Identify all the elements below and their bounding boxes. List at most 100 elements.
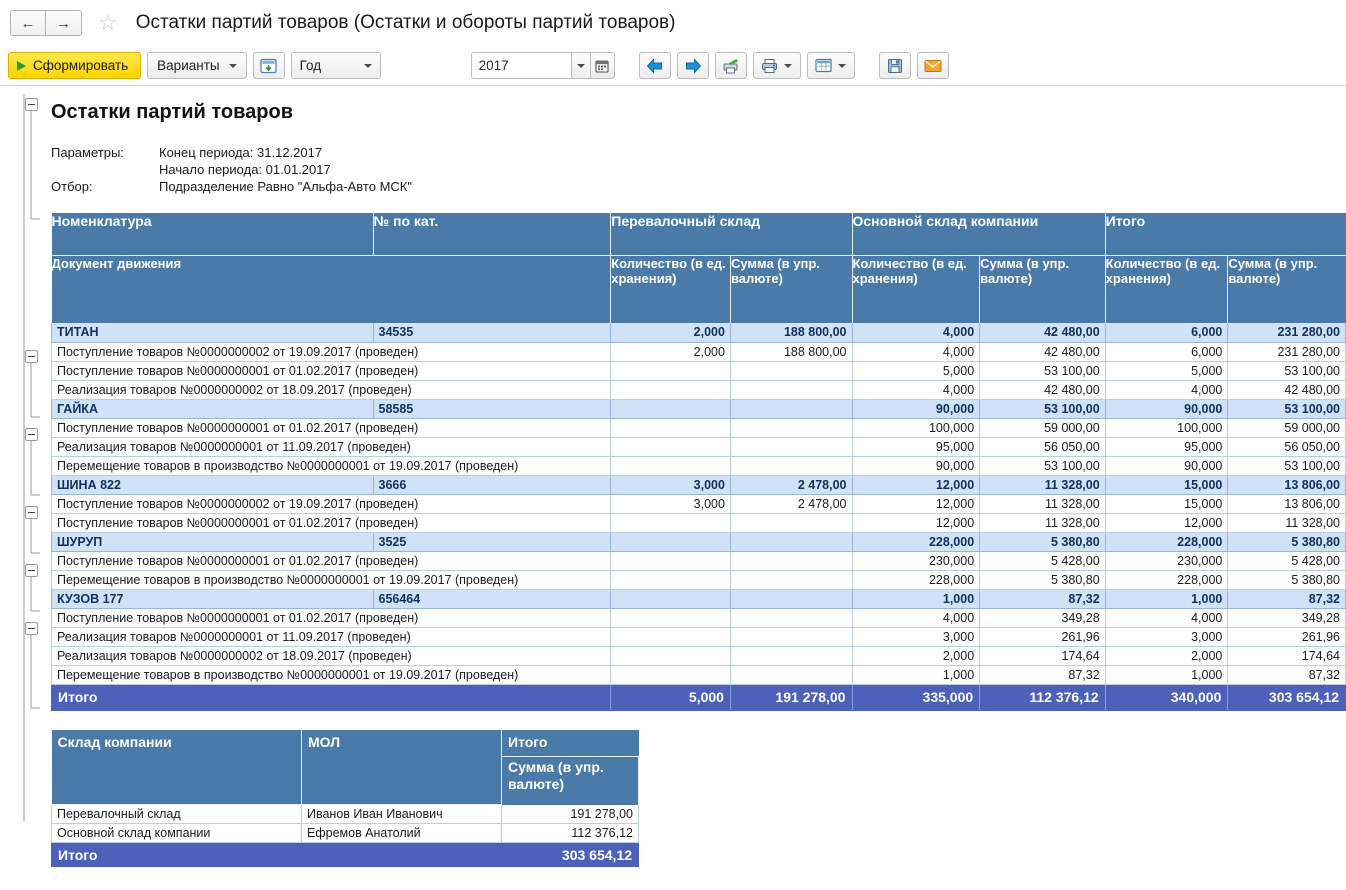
group-row[interactable]: ГАЙКА 58585 90,000 53 100,00 90,000 53 100,00 xyxy=(51,399,1346,419)
w1-sum-cell xyxy=(729,532,853,552)
col-header-warehouse-main[interactable]: Основной склад компании xyxy=(852,213,1106,256)
w2-qty-cell: 12,000 xyxy=(851,475,981,495)
detail-row[interactable]: Реализация товаров №0000000001 от 11.09.… xyxy=(50,627,1346,647)
period-select[interactable]: Год xyxy=(290,52,381,79)
collapse-toggle-titan[interactable] xyxy=(25,350,38,363)
collapse-toggle-kuzov[interactable] xyxy=(25,622,38,635)
detail-row[interactable]: Перемещение товаров в производство №0000… xyxy=(50,570,1346,590)
detail-row[interactable]: Поступление товаров №0000000001 от 01.02… xyxy=(50,418,1346,438)
generate-button[interactable]: Сформировать xyxy=(8,52,142,79)
settings-panel-button[interactable] xyxy=(252,52,285,79)
year-dropdown-button[interactable] xyxy=(570,52,591,79)
w1-qty-cell xyxy=(610,456,731,476)
group-row[interactable]: ШУРУП 3525 228,000 5 380,80 228,000 5 380,80 xyxy=(51,532,1346,552)
parameters-spacer xyxy=(51,161,159,178)
col-header-summary-total[interactable]: Итого xyxy=(501,729,639,757)
detail-row[interactable]: Поступление товаров №0000000002 от 19.09… xyxy=(50,342,1346,362)
catalog-no-cell: 3525 xyxy=(372,532,612,552)
col-header-document[interactable]: Документ движения xyxy=(51,255,612,323)
table-view-button[interactable] xyxy=(806,52,855,79)
next-period-button[interactable] xyxy=(676,52,709,79)
total-sum-cell: 59 000,00 xyxy=(1227,418,1346,438)
col-header-summary-sum[interactable]: Сумма (в упр. валюте) xyxy=(501,756,639,805)
back-button[interactable]: ← xyxy=(10,10,46,36)
envelope-icon xyxy=(924,59,942,72)
report-parameters: Параметры: Конец периода: 31.12.2017 Нач… xyxy=(51,144,1346,195)
detail-row[interactable]: Перемещение товаров в производство №0000… xyxy=(50,456,1346,476)
col-header-total-sum[interactable]: Сумма (в упр. валюте) xyxy=(1227,255,1346,323)
document-name-cell: Поступление товаров №0000000001 от 01.02… xyxy=(50,551,612,571)
report-toolbar: Сформировать Варианты Год xyxy=(0,46,1346,86)
print-button[interactable] xyxy=(752,52,801,79)
forward-button[interactable]: → xyxy=(46,10,82,36)
collapse-toggle-gayka[interactable] xyxy=(25,428,38,441)
grand-total-row[interactable]: Итого 5,000 191 278,00 335,000 112 376,1… xyxy=(50,683,1346,711)
report-content: Остатки партий товаров Параметры: Конец … xyxy=(40,86,1346,867)
document-name-cell: Реализация товаров №0000000002 от 18.09.… xyxy=(50,380,612,400)
w1-sum-cell xyxy=(729,589,853,609)
print-preview-button[interactable] xyxy=(714,52,747,79)
collapse-toggle-shurup[interactable] xyxy=(25,564,38,577)
detail-row[interactable]: Поступление товаров №0000000001 от 01.02… xyxy=(50,551,1346,571)
calendar-button[interactable] xyxy=(590,52,615,79)
w2-sum-cell: 11 328,00 xyxy=(979,513,1106,533)
filter-label: Отбор: xyxy=(51,179,93,194)
calendar-icon xyxy=(595,60,609,73)
detail-row[interactable]: Поступление товаров №0000000001 от 01.02… xyxy=(50,361,1346,381)
parameters-row: Параметры: Конец периода: 31.12.2017 xyxy=(51,144,1346,161)
detail-row[interactable]: Реализация товаров №0000000002 от 18.09.… xyxy=(50,380,1346,400)
detail-row[interactable]: Перемещение товаров в производство №0000… xyxy=(50,665,1346,685)
col-header-w2-sum[interactable]: Сумма (в упр. валюте) xyxy=(979,255,1106,323)
detail-row[interactable]: Поступление товаров №0000000001 от 01.02… xyxy=(50,608,1346,628)
w2-qty-cell: 4,000 xyxy=(851,608,981,628)
variants-button[interactable]: Варианты xyxy=(147,52,247,79)
col-header-warehouse[interactable]: Склад компании xyxy=(51,729,302,805)
w2-sum-cell: 42 480,00 xyxy=(979,323,1106,343)
group-row[interactable]: КУЗОВ 177 656464 1,000 87,32 1,000 87,32 xyxy=(51,589,1346,609)
col-header-nomenclature[interactable]: Номенклатура xyxy=(51,213,374,256)
detail-row[interactable]: Реализация товаров №0000000002 от 18.09.… xyxy=(50,646,1346,666)
w2-sum-cell: 42 480,00 xyxy=(979,380,1106,400)
summary-row[interactable]: Основной склад компании Ефремов Анатолий 1… xyxy=(51,823,639,843)
col-header-mol[interactable]: МОЛ xyxy=(301,729,502,805)
total-qty-cell: 1,000 xyxy=(1104,589,1229,609)
warehouse-summary-table: Склад компании МОЛ Итого Сумма (в упр. в… xyxy=(51,729,639,867)
group-row[interactable]: ШИНА 822 3666 3,000 2 478,00 12,000 11 328,00… xyxy=(51,475,1346,495)
summary-total-row[interactable]: Итого 303 654,12 xyxy=(51,842,639,867)
favorite-star-icon[interactable]: ☆ xyxy=(98,12,118,34)
total-qty-cell: 95,000 xyxy=(1104,437,1229,457)
col-header-w2-qty[interactable]: Количество (в ед. хранения) xyxy=(852,255,981,323)
summary-row[interactable]: Перевалочный склад Иванов Иван Иванович 19… xyxy=(51,804,639,824)
year-field-group xyxy=(470,52,615,79)
parameters-row: Начало периода: 01.01.2017 xyxy=(51,161,1346,178)
w2-qty-cell: 3,000 xyxy=(851,627,981,647)
w1-qty-cell xyxy=(610,513,731,533)
save-button[interactable] xyxy=(878,52,911,79)
document-name-cell: Перемещение товаров в производство №0000… xyxy=(50,665,612,685)
collapse-toggle-shina[interactable] xyxy=(25,506,38,519)
w2-qty-cell: 1,000 xyxy=(851,665,981,685)
detail-row[interactable]: Реализация товаров №0000000001 от 11.09.… xyxy=(50,437,1346,457)
group-row[interactable]: ТИТАН 34535 2,000 188 800,00 4,000 42 480,00 6… xyxy=(51,323,1346,343)
group-name-cell: ШИНА 822 xyxy=(51,475,374,495)
w2-qty-cell: 2,000 xyxy=(851,646,981,666)
w1-sum-cell xyxy=(729,361,853,381)
send-mail-button[interactable] xyxy=(916,52,949,79)
col-header-total-qty[interactable]: Количество (в ед. хранения) xyxy=(1105,255,1229,323)
col-header-grand-total[interactable]: Итого xyxy=(1105,213,1346,256)
sum-cell: 112 376,12 xyxy=(501,823,639,843)
previous-period-button[interactable] xyxy=(638,52,671,79)
detail-row[interactable]: Поступление товаров №0000000002 от 19.09… xyxy=(50,494,1346,514)
total-sum-cell: 13 806,00 xyxy=(1227,494,1346,514)
year-input[interactable] xyxy=(470,52,571,79)
detail-row[interactable]: Поступление товаров №0000000001 от 01.02… xyxy=(50,513,1346,533)
col-header-catalog-no[interactable]: № по кат. xyxy=(373,213,612,256)
w1-sum-cell xyxy=(729,513,853,533)
col-header-warehouse-transit[interactable]: Перевалочный склад xyxy=(610,213,853,256)
document-name-cell: Поступление товаров №0000000002 от 19.09… xyxy=(50,342,612,362)
total-sum-cell: 87,32 xyxy=(1227,589,1346,609)
collapse-toggle-header[interactable] xyxy=(25,98,38,111)
col-header-w1-qty[interactable]: Количество (в ед. хранения) xyxy=(610,255,731,323)
col-header-w1-sum[interactable]: Сумма (в упр. валюте) xyxy=(730,255,853,323)
document-name-cell: Поступление товаров №0000000002 от 19.09… xyxy=(50,494,612,514)
